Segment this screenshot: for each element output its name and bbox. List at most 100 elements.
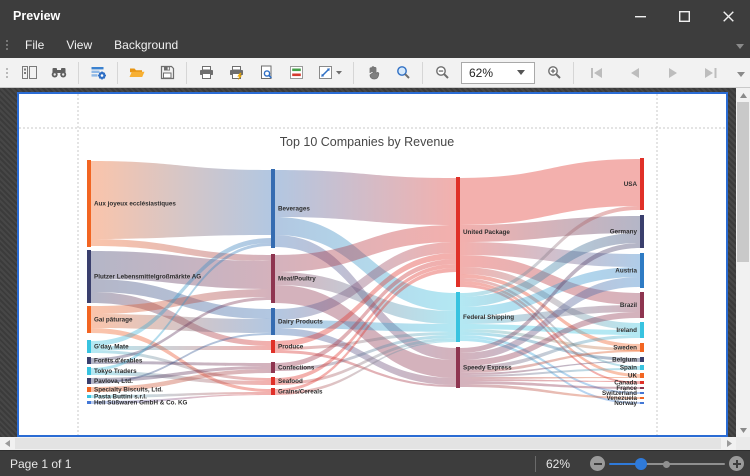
zoom-combobox[interactable] bbox=[461, 62, 535, 84]
zoom-combo-caret[interactable] bbox=[512, 63, 530, 83]
sankey-node bbox=[640, 387, 644, 389]
menu-file[interactable]: File bbox=[14, 33, 55, 57]
last-page-button[interactable] bbox=[694, 61, 728, 85]
document-map-button[interactable] bbox=[16, 61, 42, 85]
sankey-node-label: Norway bbox=[614, 400, 637, 407]
parameters-button[interactable] bbox=[85, 61, 111, 85]
sankey-node bbox=[87, 357, 91, 364]
page-setup-button[interactable] bbox=[253, 61, 279, 85]
last-page-icon bbox=[704, 67, 718, 79]
sankey-node-label: Federal Shipping bbox=[463, 314, 514, 321]
minimize-icon bbox=[635, 11, 646, 22]
close-button[interactable] bbox=[706, 0, 750, 32]
sankey-node-label: Aux joyeux ecclésiastiques bbox=[94, 201, 176, 208]
menubar-grip[interactable] bbox=[0, 32, 14, 58]
watermark-icon bbox=[288, 64, 305, 81]
next-page-button[interactable] bbox=[656, 61, 690, 85]
horizontal-scrollbar-thumb[interactable] bbox=[15, 438, 721, 449]
title-bar: Preview bbox=[0, 0, 750, 32]
zoom-slider-thumb[interactable] bbox=[635, 458, 647, 470]
sankey-node bbox=[87, 340, 91, 353]
toolbar-overflow-button[interactable] bbox=[737, 64, 745, 82]
sankey-node bbox=[640, 357, 644, 362]
zoom-in-slider-button[interactable] bbox=[729, 456, 744, 471]
sankey-node bbox=[87, 160, 91, 247]
zoom-tool-button[interactable] bbox=[390, 61, 416, 85]
pointer-scale-button[interactable] bbox=[313, 61, 347, 85]
toolbar-grip[interactable] bbox=[0, 58, 14, 87]
scroll-right-arrow-icon[interactable] bbox=[722, 437, 736, 450]
menu-background[interactable]: Background bbox=[103, 33, 189, 57]
sankey-node-label: Brazil bbox=[620, 302, 637, 309]
hand-tool-button[interactable] bbox=[360, 61, 386, 85]
print-icon bbox=[198, 64, 215, 81]
sankey-node-label: Tokyo Traders bbox=[94, 368, 137, 375]
sankey-node bbox=[640, 397, 644, 399]
zoom-tool-icon bbox=[395, 64, 412, 81]
sankey-node-label: Spain bbox=[620, 365, 637, 372]
sankey-node-label: Forêts d'érables bbox=[94, 358, 143, 365]
maximize-button[interactable] bbox=[662, 0, 706, 32]
zoom-out-slider-button[interactable] bbox=[590, 456, 605, 471]
zoom-slider-track[interactable] bbox=[641, 463, 725, 466]
sankey-node bbox=[87, 401, 91, 404]
menu-bar: File View Background bbox=[0, 32, 750, 58]
close-icon bbox=[723, 11, 734, 22]
sankey-node bbox=[640, 373, 644, 378]
zoom-percentage-label: 62% bbox=[546, 457, 580, 471]
scroll-up-arrow-icon[interactable] bbox=[736, 88, 750, 102]
scroll-left-arrow-icon[interactable] bbox=[0, 437, 14, 450]
watermark-button[interactable] bbox=[283, 61, 309, 85]
sankey-node-label: Plutzer Lebensmittelgroßmärkte AG bbox=[94, 274, 201, 281]
status-bar: Page 1 of 1 62% bbox=[0, 450, 750, 476]
vertical-scrollbar[interactable] bbox=[736, 88, 750, 437]
sankey-link bbox=[460, 159, 640, 225]
toolbar bbox=[0, 58, 750, 88]
zoom-out-button[interactable] bbox=[429, 61, 455, 85]
scroll-down-arrow-icon[interactable] bbox=[736, 423, 750, 437]
sankey-node bbox=[456, 347, 460, 388]
horizontal-scrollbar[interactable] bbox=[0, 437, 750, 450]
sankey-node-label: Seafood bbox=[278, 378, 303, 385]
vertical-scrollbar-thumb[interactable] bbox=[737, 102, 749, 262]
preview-window: Preview File View Background bbox=[0, 0, 750, 476]
quick-print-icon bbox=[228, 64, 245, 81]
open-button[interactable] bbox=[124, 61, 150, 85]
hand-tool-icon bbox=[365, 64, 382, 81]
sankey-node bbox=[271, 340, 275, 353]
print-button[interactable] bbox=[193, 61, 219, 85]
zoom-slider-100-marker bbox=[663, 461, 670, 468]
parameters-panel-icon bbox=[90, 64, 107, 81]
menubar-overflow-button[interactable] bbox=[736, 36, 744, 54]
toolbar-separator bbox=[186, 62, 187, 84]
sankey-node-label: United Package bbox=[463, 229, 510, 236]
sankey-node bbox=[640, 322, 644, 338]
save-button[interactable] bbox=[154, 61, 180, 85]
chevron-down-icon bbox=[737, 72, 745, 77]
sankey-chart: Aux joyeux ecclésiastiques Plutzer Lebens… bbox=[19, 94, 726, 435]
zoom-slider[interactable] bbox=[609, 456, 725, 471]
toolbar-separator bbox=[353, 62, 354, 84]
search-button[interactable] bbox=[46, 61, 72, 85]
sankey-node bbox=[87, 378, 91, 384]
scrollbar-corner bbox=[736, 437, 750, 450]
minimize-button[interactable] bbox=[618, 0, 662, 32]
zoom-in-button[interactable] bbox=[541, 61, 567, 85]
previous-page-button[interactable] bbox=[618, 61, 652, 85]
preview-surface: Aux joyeux ecclésiastiques Plutzer Lebens… bbox=[0, 88, 750, 437]
quick-print-button[interactable] bbox=[223, 61, 249, 85]
sankey-node-label: Confections bbox=[278, 365, 315, 372]
sankey-links bbox=[91, 159, 640, 404]
menu-view[interactable]: View bbox=[55, 33, 103, 57]
zoom-value-input[interactable] bbox=[462, 66, 512, 80]
sankey-node-label: Austria bbox=[615, 268, 637, 275]
toolbar-separator bbox=[78, 62, 79, 84]
sankey-node bbox=[640, 392, 644, 394]
sankey-node bbox=[271, 377, 275, 385]
sankey-node bbox=[271, 169, 275, 248]
sankey-node bbox=[271, 388, 275, 395]
first-page-button[interactable] bbox=[580, 61, 614, 85]
pointer-scale-icon bbox=[317, 64, 343, 81]
toolbar-separator bbox=[422, 62, 423, 84]
first-page-icon bbox=[590, 67, 604, 79]
